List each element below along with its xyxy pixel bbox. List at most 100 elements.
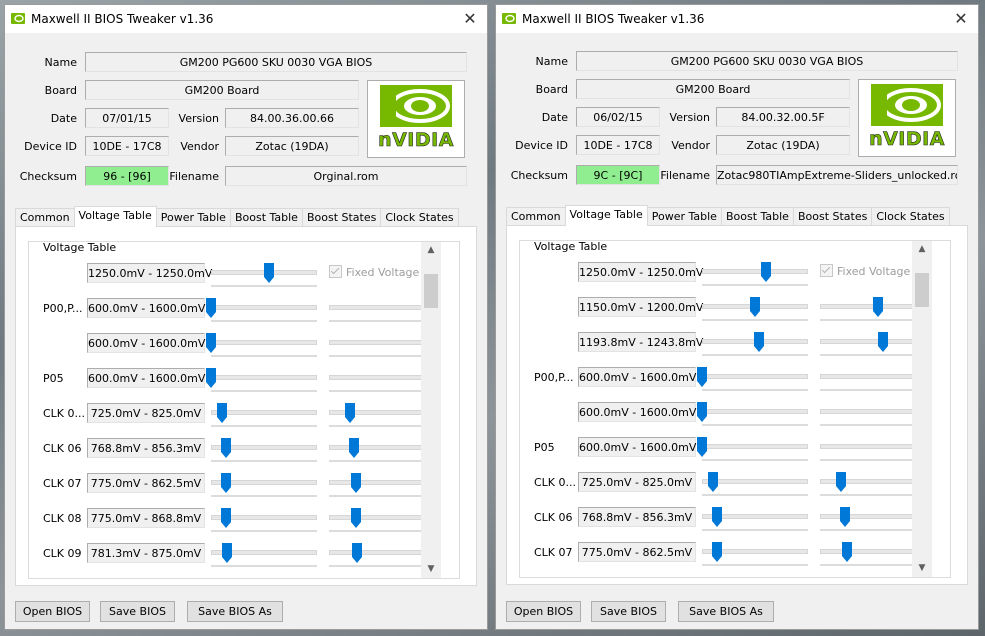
voltage-min-slider[interactable] (697, 437, 810, 463)
voltage-min-slider[interactable] (209, 403, 319, 429)
voltage-min-slider[interactable] (209, 438, 319, 464)
scroll-up-icon[interactable]: ▲ (421, 242, 441, 259)
tab-power-table[interactable]: Power Table (646, 207, 722, 225)
slider-thumb-icon[interactable] (841, 542, 852, 562)
tab-boost-states[interactable]: Boost States (301, 208, 382, 226)
slider-thumb-icon[interactable] (697, 437, 707, 457)
filename-field[interactable]: Zotac980TIAmpExtreme-Sliders_unlocked.ro… (716, 165, 958, 185)
slider-thumb-icon[interactable] (206, 333, 216, 353)
voltage-min-slider[interactable] (700, 332, 810, 358)
device-id-field[interactable]: 10DE - 17C8 (85, 136, 169, 156)
scroll-thumb[interactable] (424, 274, 438, 308)
tab-boost-table[interactable]: Boost Table (229, 208, 303, 226)
slider-thumb-icon[interactable] (221, 543, 232, 563)
voltage-range-field[interactable]: 781.3mV - 875.0mV (87, 543, 205, 563)
tab-clock-states[interactable]: Clock States (871, 207, 950, 225)
tab-boost-states[interactable]: Boost States (792, 207, 873, 225)
save-bios-button[interactable]: Save BIOS (591, 601, 666, 622)
save-bios-as-button[interactable]: Save BIOS As (678, 601, 774, 622)
slider-thumb-icon[interactable] (220, 438, 231, 458)
voltage-range-field[interactable]: 775.0mV - 862.5mV (87, 473, 205, 493)
voltage-range-field[interactable]: 725.0mV - 825.0mV (87, 403, 205, 423)
version-field[interactable]: 84.00.32.00.5F (716, 107, 850, 127)
filename-field[interactable]: Orginal.rom (225, 166, 467, 186)
slider-thumb-icon[interactable] (216, 403, 227, 423)
voltage-min-slider[interactable] (209, 543, 319, 569)
slider-thumb-icon[interactable] (840, 507, 851, 527)
slider-thumb-icon[interactable] (350, 473, 361, 493)
voltage-range-field[interactable]: 768.8mV - 856.3mV (578, 507, 696, 527)
voltage-range-field[interactable]: 1250.0mV - 1250.0mV (578, 262, 703, 282)
vertical-scrollbar[interactable]: ▲ ▼ (912, 241, 932, 577)
slider-thumb-icon[interactable] (760, 262, 771, 282)
close-icon[interactable]: ✕ (944, 5, 978, 33)
date-field[interactable]: 07/01/15 (85, 108, 169, 128)
tab-clock-states[interactable]: Clock States (380, 208, 459, 226)
slider-thumb-icon[interactable] (206, 298, 216, 318)
slider-thumb-icon[interactable] (707, 472, 718, 492)
name-field[interactable]: GM200 PG600 SKU 0030 VGA BIOS (85, 52, 467, 72)
voltage-min-slider[interactable] (700, 262, 810, 288)
open-bios-button[interactable]: Open BIOS (15, 601, 90, 622)
board-field[interactable]: GM200 Board (576, 79, 850, 99)
voltage-min-slider[interactable] (697, 367, 810, 393)
voltage-range-field[interactable]: 600.0mV - 1600.0mV (87, 298, 205, 318)
close-icon[interactable]: ✕ (453, 5, 487, 33)
voltage-min-slider[interactable] (209, 473, 319, 499)
vendor-field[interactable]: Zotac (19DA) (225, 136, 359, 156)
tab-voltage-table[interactable]: Voltage Table (564, 205, 648, 226)
voltage-min-slider[interactable] (700, 542, 810, 568)
date-field[interactable]: 06/02/15 (576, 107, 660, 127)
scroll-thumb[interactable] (915, 273, 929, 307)
voltage-min-slider[interactable] (206, 333, 319, 359)
voltage-range-field[interactable]: 1193.8mV - 1243.8mV (578, 332, 703, 352)
slider-thumb-icon[interactable] (206, 368, 216, 388)
voltage-min-slider[interactable] (697, 402, 810, 428)
scroll-up-icon[interactable]: ▲ (912, 241, 932, 258)
slider-thumb-icon[interactable] (711, 542, 722, 562)
board-field[interactable]: GM200 Board (85, 80, 359, 100)
slider-thumb-icon[interactable] (345, 403, 356, 423)
slider-thumb-icon[interactable] (220, 508, 231, 528)
vendor-field[interactable]: Zotac (19DA) (716, 135, 850, 155)
voltage-range-field[interactable]: 775.0mV - 862.5mV (578, 542, 696, 562)
open-bios-button[interactable]: Open BIOS (506, 601, 581, 622)
tab-common[interactable]: Common (506, 207, 566, 225)
tab-power-table[interactable]: Power Table (155, 208, 231, 226)
tab-boost-table[interactable]: Boost Table (720, 207, 794, 225)
voltage-min-slider[interactable] (209, 263, 319, 289)
voltage-range-field[interactable]: 600.0mV - 1600.0mV (578, 402, 696, 422)
slider-thumb-icon[interactable] (351, 543, 362, 563)
voltage-min-slider[interactable] (700, 507, 810, 533)
save-bios-button[interactable]: Save BIOS (100, 601, 175, 622)
voltage-min-slider[interactable] (206, 298, 319, 324)
voltage-min-slider[interactable] (700, 297, 810, 323)
slider-thumb-icon[interactable] (836, 472, 847, 492)
slider-thumb-icon[interactable] (877, 332, 888, 352)
fixed-voltage-checkbox[interactable]: Fixed Voltage (820, 264, 910, 278)
voltage-range-field[interactable]: 1150.0mV - 1200.0mV (578, 297, 703, 317)
tab-voltage-table[interactable]: Voltage Table (73, 206, 157, 227)
vertical-scrollbar[interactable]: ▲ ▼ (421, 242, 441, 578)
voltage-min-slider[interactable] (209, 508, 319, 534)
fixed-voltage-checkbox[interactable]: Fixed Voltage (329, 265, 419, 279)
slider-thumb-icon[interactable] (697, 402, 707, 422)
slider-thumb-icon[interactable] (350, 508, 361, 528)
scroll-down-icon[interactable]: ▼ (912, 560, 932, 577)
voltage-min-slider[interactable] (206, 368, 319, 394)
save-bios-as-button[interactable]: Save BIOS As (187, 601, 283, 622)
voltage-range-field[interactable]: 775.0mV - 868.8mV (87, 508, 205, 528)
voltage-range-field[interactable]: 600.0mV - 1600.0mV (578, 437, 696, 457)
slider-thumb-icon[interactable] (349, 438, 360, 458)
voltage-range-field[interactable]: 1250.0mV - 1250.0mV (87, 263, 212, 283)
tab-common[interactable]: Common (15, 208, 75, 226)
name-field[interactable]: GM200 PG600 SKU 0030 VGA BIOS (576, 51, 958, 71)
voltage-range-field[interactable]: 600.0mV - 1600.0mV (87, 368, 205, 388)
slider-thumb-icon[interactable] (711, 507, 722, 527)
voltage-min-slider[interactable] (700, 472, 810, 498)
voltage-range-field[interactable]: 600.0mV - 1600.0mV (87, 333, 205, 353)
voltage-range-field[interactable]: 600.0mV - 1600.0mV (578, 367, 696, 387)
voltage-range-field[interactable]: 768.8mV - 856.3mV (87, 438, 205, 458)
device-id-field[interactable]: 10DE - 17C8 (576, 135, 660, 155)
slider-thumb-icon[interactable] (750, 297, 760, 317)
